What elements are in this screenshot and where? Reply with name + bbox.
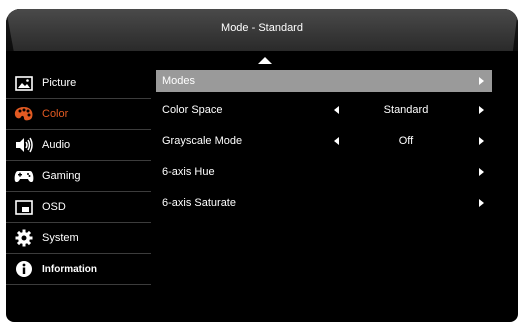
row-label: Grayscale Mode [162,135,243,147]
arrow-right-icon[interactable] [479,106,484,114]
scroll-up-icon[interactable] [258,57,272,64]
title-bar: Mode - Standard [6,9,518,51]
gamepad-icon [14,167,34,185]
sidebar-item-audio[interactable]: Audio [6,130,151,161]
arrow-left-icon[interactable] [334,137,339,145]
page-title: Mode - Standard [221,22,303,34]
arrow-left-icon[interactable] [334,106,339,114]
picture-icon [14,74,34,92]
info-icon [14,260,34,278]
osd-window-icon [14,198,34,216]
menu-row-modes[interactable]: Modes [156,70,492,92]
row-label: 6-axis Saturate [162,197,236,209]
sidebar-item-information[interactable]: Information [6,254,151,285]
gear-icon [14,229,34,247]
sidebar-item-gaming[interactable]: Gaming [6,161,151,192]
menu-row-6-axis-saturate[interactable]: 6-axis Saturate [156,192,492,216]
palette-icon [14,105,34,123]
row-label: Modes [162,75,196,87]
row-value: Off [398,135,414,147]
sidebar-item-picture[interactable]: Picture [6,68,151,99]
sidebar-item-osd[interactable]: OSD [6,192,151,223]
arrow-right-icon[interactable] [479,168,484,176]
sidebar-item-label: System [42,232,79,244]
row-label: Color Space [162,104,223,116]
speaker-icon [14,136,34,154]
sidebar-item-label: Gaming [42,170,81,182]
sidebar-item-color[interactable]: Color [6,99,151,130]
arrow-right-icon[interactable] [479,137,484,145]
menu-row-grayscale-mode[interactable]: Grayscale Mode Off [156,130,492,154]
arrow-right-icon[interactable] [479,77,484,85]
row-value: Standard [383,104,429,116]
sidebar: Picture Color Audio Gaming OSD System In… [6,68,151,285]
menu-row-6-axis-hue[interactable]: 6-axis Hue [156,161,492,185]
settings-menu: Modes Color Space Standard Grayscale Mod… [156,70,492,223]
sidebar-item-label: Color [42,108,69,120]
sidebar-item-label: Information [42,263,97,275]
sidebar-item-label: OSD [42,201,66,213]
osd-panel: Mode - Standard Picture Color Audio Gami… [6,9,518,322]
row-label: 6-axis Hue [162,166,215,178]
sidebar-item-label: Picture [42,77,77,89]
menu-row-color-space[interactable]: Color Space Standard [156,99,492,123]
arrow-right-icon[interactable] [479,199,484,207]
sidebar-item-system[interactable]: System [6,223,151,254]
sidebar-item-label: Audio [42,139,71,151]
